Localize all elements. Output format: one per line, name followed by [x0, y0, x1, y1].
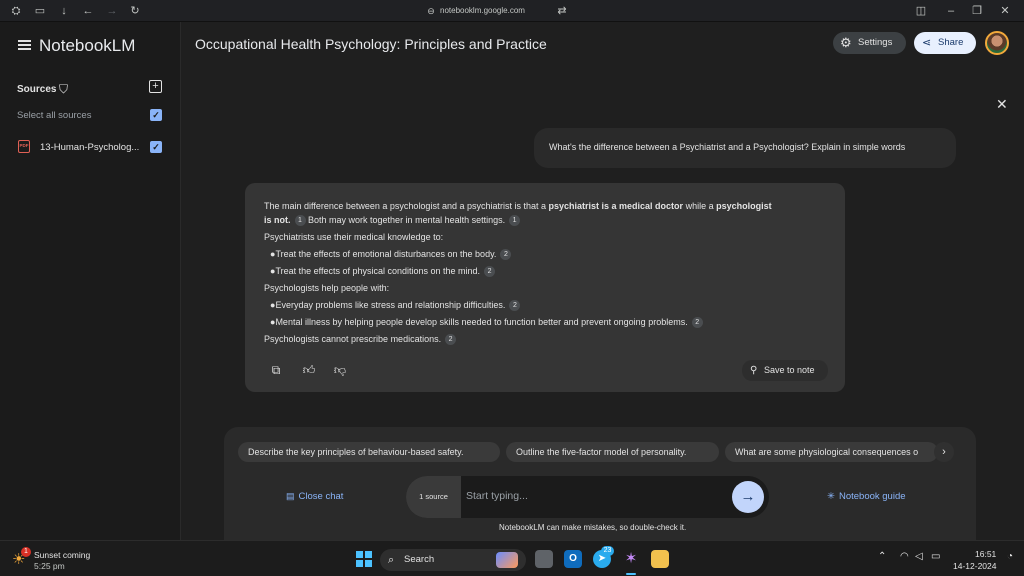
answer-bullet: ●Everyday problems like stress and relat… — [264, 300, 521, 312]
answer-line: The main difference between a psychologi… — [264, 201, 772, 211]
citation-badge[interactable]: 1 — [509, 215, 521, 227]
answer-card: The main difference between a psychologi… — [245, 183, 845, 392]
suggestion-chip[interactable]: Outline the five-factor model of persona… — [506, 442, 719, 462]
address-bar[interactable]: notebooklm.google.com — [440, 4, 525, 18]
back-icon[interactable]: ← — [81, 4, 95, 18]
taskbar-search[interactable]: ⌕ Search — [380, 549, 526, 571]
sparkle-icon: ✳ — [827, 491, 835, 502]
suggestion-chip[interactable]: Describe the key principles of behaviour… — [238, 442, 500, 462]
select-all-checkbox[interactable]: ✓ — [150, 109, 162, 121]
tab-switch-icon[interactable]: ⇄ — [555, 4, 569, 18]
user-message: What's the difference between a Psychiat… — [534, 128, 956, 168]
clock-time[interactable]: 16:51 — [975, 549, 996, 559]
forward-icon[interactable]: → — [105, 4, 119, 18]
reload-icon[interactable]: ↻ — [128, 4, 142, 18]
answer-bullet: ●Treat the effects of emotional disturba… — [264, 249, 512, 261]
thumbs-down-icon[interactable]: 👎︎ — [332, 362, 348, 378]
share-label: Share — [938, 37, 964, 48]
search-highlight-icon — [496, 552, 518, 568]
shield-icon[interactable]: ⛉ — [59, 82, 68, 97]
suggestion-chip[interactable]: What are some physiological consequences… — [725, 442, 938, 462]
telegram-badge: 23 — [601, 546, 614, 556]
source-checkbox[interactable]: ✓ — [150, 141, 162, 153]
citation-badge[interactable]: 2 — [691, 317, 703, 329]
close-chat-button[interactable]: ▤ Close chat — [286, 491, 343, 502]
chevron-up-icon[interactable]: ⌃ — [878, 551, 886, 562]
copy-icon[interactable]: ⧉ — [268, 362, 284, 378]
citation-badge[interactable]: 2 — [484, 266, 496, 278]
battery-icon[interactable]: ▭ — [931, 551, 940, 562]
citation-badge[interactable]: 1 — [294, 215, 306, 227]
notebook-title[interactable]: Occupational Health Psychology: Principl… — [195, 36, 547, 52]
select-all-sources-label: Select all sources — [17, 110, 92, 121]
folder-icon[interactable] — [651, 550, 669, 568]
restore-icon[interactable]: ❐ — [970, 4, 984, 18]
answer-bullet: ●Mental illness by helping people develo… — [264, 317, 703, 329]
disclaimer-text: NotebookLM can make mistakes, so double-… — [499, 523, 687, 532]
active-app-indicator — [626, 573, 636, 575]
split-view-icon[interactable]: ◫ — [914, 4, 928, 18]
save-to-note-button[interactable]: ⚲ Save to note — [742, 360, 828, 381]
clock-date[interactable]: 14-12-2024 — [953, 561, 996, 571]
user-avatar[interactable] — [985, 31, 1009, 55]
sources-heading: Sources — [17, 84, 57, 95]
browser-icon[interactable]: ✶ — [622, 550, 640, 568]
browser-toolbar: ⛭ ▭ ↓ ← → ↻ ⊖ notebooklm.google.com ⇄ ◫ … — [0, 0, 1024, 22]
citation-badge[interactable]: 2 — [509, 300, 521, 312]
composer-panel: Describe the key principles of behaviour… — [224, 427, 976, 540]
minimize-icon[interactable]: – — [944, 4, 958, 18]
tabs-icon[interactable]: ▭ — [33, 4, 47, 18]
thumbs-up-icon[interactable]: 👍︎ — [301, 362, 317, 378]
close-chat-label: Close chat — [298, 491, 344, 502]
sources-sidebar — [0, 22, 181, 540]
close-icon[interactable]: ✕ — [996, 96, 1008, 113]
notification-badge: 1 — [21, 547, 31, 557]
settings-label: Settings — [858, 37, 893, 48]
chat-icon: ▤ — [286, 491, 295, 501]
pdf-icon: PDF — [18, 140, 30, 153]
answer-line: Psychologists help people with: — [264, 283, 390, 293]
pin-icon: ⚲ — [750, 365, 758, 376]
wifi-icon[interactable]: ◠ — [900, 551, 909, 562]
window-close-icon[interactable]: ✕ — [998, 4, 1012, 18]
settings-button[interactable]: ⚙ Settings — [833, 32, 906, 54]
citation-badge[interactable]: 2 — [500, 249, 512, 261]
answer-bullet: ●Treat the effects of physical condition… — [264, 266, 496, 278]
chat-input[interactable]: Start typing... — [466, 490, 528, 502]
answer-line: Psychologists cannot prescribe medicatio… — [264, 334, 457, 346]
chevron-right-icon[interactable]: › — [934, 442, 954, 462]
gear-icon: ⚙ — [840, 35, 852, 50]
weather-time: 5:25 pm — [34, 561, 65, 571]
source-item-label[interactable]: 13-Human-Psycholog... — [40, 142, 143, 153]
site-info-icon[interactable]: ⊖ — [424, 4, 438, 18]
citation-badge[interactable]: 2 — [445, 334, 457, 346]
notebook-guide-label: Notebook guide — [838, 491, 906, 502]
share-button[interactable]: ⋖ Share — [914, 32, 976, 54]
app-logo-text: NotebookLM — [39, 36, 136, 55]
source-count-badge: 1 source — [406, 476, 461, 518]
send-button[interactable]: → — [732, 481, 764, 513]
answer-line: Psychiatrists use their medical knowledg… — [264, 232, 444, 242]
search-icon: ⌕ — [388, 554, 395, 566]
download-icon[interactable]: ↓ — [57, 4, 71, 18]
windows-start-icon[interactable] — [356, 551, 372, 567]
volume-icon[interactable]: ◁ — [915, 551, 923, 562]
app-switcher-icon[interactable]: ⛭ — [9, 4, 23, 18]
outlook-icon[interactable]: O — [564, 550, 582, 568]
add-source-icon[interactable]: + — [149, 80, 162, 93]
file-explorer-icon[interactable] — [535, 550, 553, 568]
answer-line: is not. 1 Both may work together in menta… — [264, 215, 521, 227]
arrow-right-icon: → — [740, 488, 756, 505]
save-to-note-label: Save to note — [764, 365, 815, 375]
share-icon: ⋖ — [922, 37, 932, 49]
chat-input-container: 1 source Start typing... — [406, 476, 769, 518]
weather-title[interactable]: Sunset coming — [34, 550, 90, 560]
search-label: Search — [404, 554, 435, 565]
notebook-guide-button[interactable]: ✳ Notebook guide — [827, 491, 906, 502]
bell-icon[interactable]: ◔ — [1007, 551, 1013, 562]
windows-taskbar: ☀ 1 Sunset coming 5:25 pm ⌕ Search O ➤ 2… — [0, 540, 1024, 576]
